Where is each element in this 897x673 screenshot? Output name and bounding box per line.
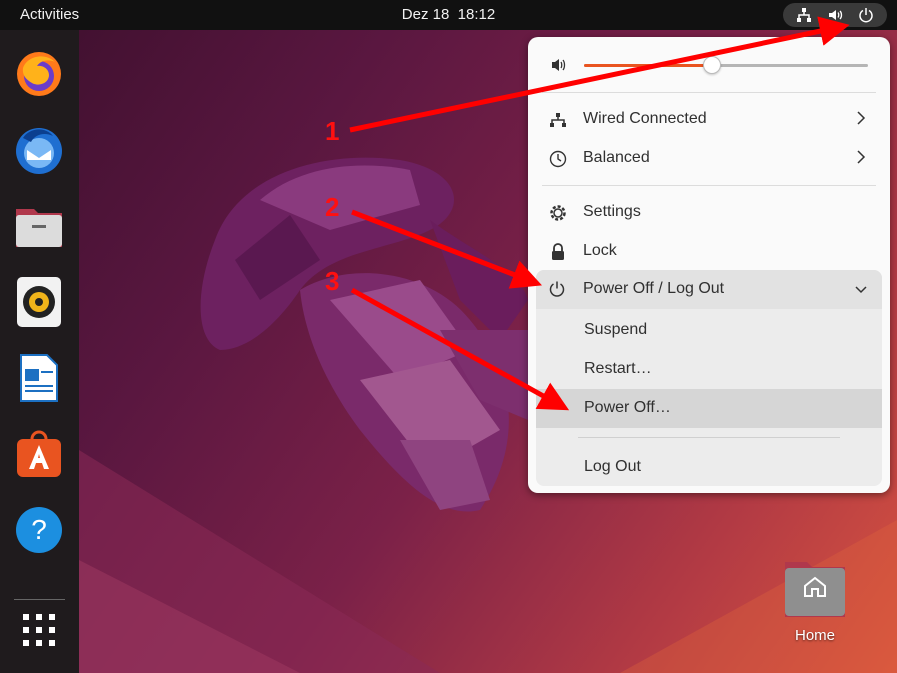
gear-icon <box>548 203 568 223</box>
menu-separator <box>542 185 876 186</box>
network-wired-icon <box>548 110 568 130</box>
chevron-down-icon <box>854 282 868 300</box>
restart-item[interactable]: Restart… <box>536 350 882 389</box>
volume-slider-handle[interactable] <box>702 56 721 74</box>
restart-label: Restart… <box>584 360 652 377</box>
settings-label: Settings <box>583 203 641 220</box>
log-out-item[interactable]: Log Out <box>536 448 882 487</box>
libreoffice-writer-icon[interactable] <box>12 351 66 405</box>
wired-connection-item[interactable]: Wired Connected <box>528 100 890 139</box>
volume-slider-fill <box>584 64 712 67</box>
clock-label: Dez 18 18:12 <box>401 6 496 23</box>
system-menu: Wired Connected Balanced Settings Lock P… <box>528 37 890 493</box>
power-icon <box>548 280 568 300</box>
thunderbird-icon[interactable] <box>12 123 66 177</box>
clock[interactable]: Dez 18 18:12 <box>0 6 897 23</box>
lock-item[interactable]: Lock <box>528 232 890 271</box>
annotation-number-1: 1 <box>325 116 340 146</box>
lock-label: Lock <box>583 242 617 259</box>
log-out-label: Log Out <box>584 458 641 475</box>
wired-connection-label: Wired Connected <box>583 110 707 127</box>
power-profile-icon <box>548 149 568 169</box>
top-bar: Activities Dez 18 18:12 <box>0 0 897 30</box>
rhythmbox-icon[interactable] <box>12 275 66 329</box>
chevron-right-icon <box>856 110 866 131</box>
volume-slider[interactable] <box>584 56 868 74</box>
power-mode-label: Balanced <box>583 149 650 166</box>
submenu-separator <box>578 437 840 438</box>
lock-icon <box>548 242 568 262</box>
network-wired-icon <box>795 6 813 24</box>
power-off-logout-item[interactable]: Power Off / Log Out <box>536 270 882 309</box>
system-status-area[interactable] <box>783 3 887 27</box>
volume-icon <box>550 57 568 78</box>
chevron-right-icon <box>856 149 866 170</box>
home-folder-icon[interactable] <box>783 558 847 618</box>
dock-separator <box>14 599 65 600</box>
files-icon[interactable] <box>12 199 66 253</box>
show-applications-icon[interactable] <box>12 603 66 657</box>
suspend-item[interactable]: Suspend <box>536 311 882 350</box>
power-mode-item[interactable]: Balanced <box>528 139 890 178</box>
volume-icon <box>826 6 844 24</box>
software-center-icon[interactable] <box>12 427 66 481</box>
menu-separator <box>542 92 876 93</box>
svg-text:?: ? <box>31 514 47 545</box>
annotation-number-3: 3 <box>325 266 340 296</box>
volume-row <box>528 37 890 92</box>
power-off-item[interactable]: Power Off… <box>536 389 882 428</box>
firefox-icon[interactable] <box>12 47 66 101</box>
settings-item[interactable]: Settings <box>528 193 890 232</box>
suspend-label: Suspend <box>584 321 648 338</box>
help-icon[interactable]: ? <box>12 503 66 557</box>
home-folder-label[interactable]: Home <box>770 627 860 644</box>
dock: ? <box>0 30 79 673</box>
power-off-label: Power Off… <box>584 399 671 416</box>
annotation-number-2: 2 <box>325 192 340 222</box>
power-icon <box>857 6 875 24</box>
power-off-logout-label: Power Off / Log Out <box>583 280 725 297</box>
